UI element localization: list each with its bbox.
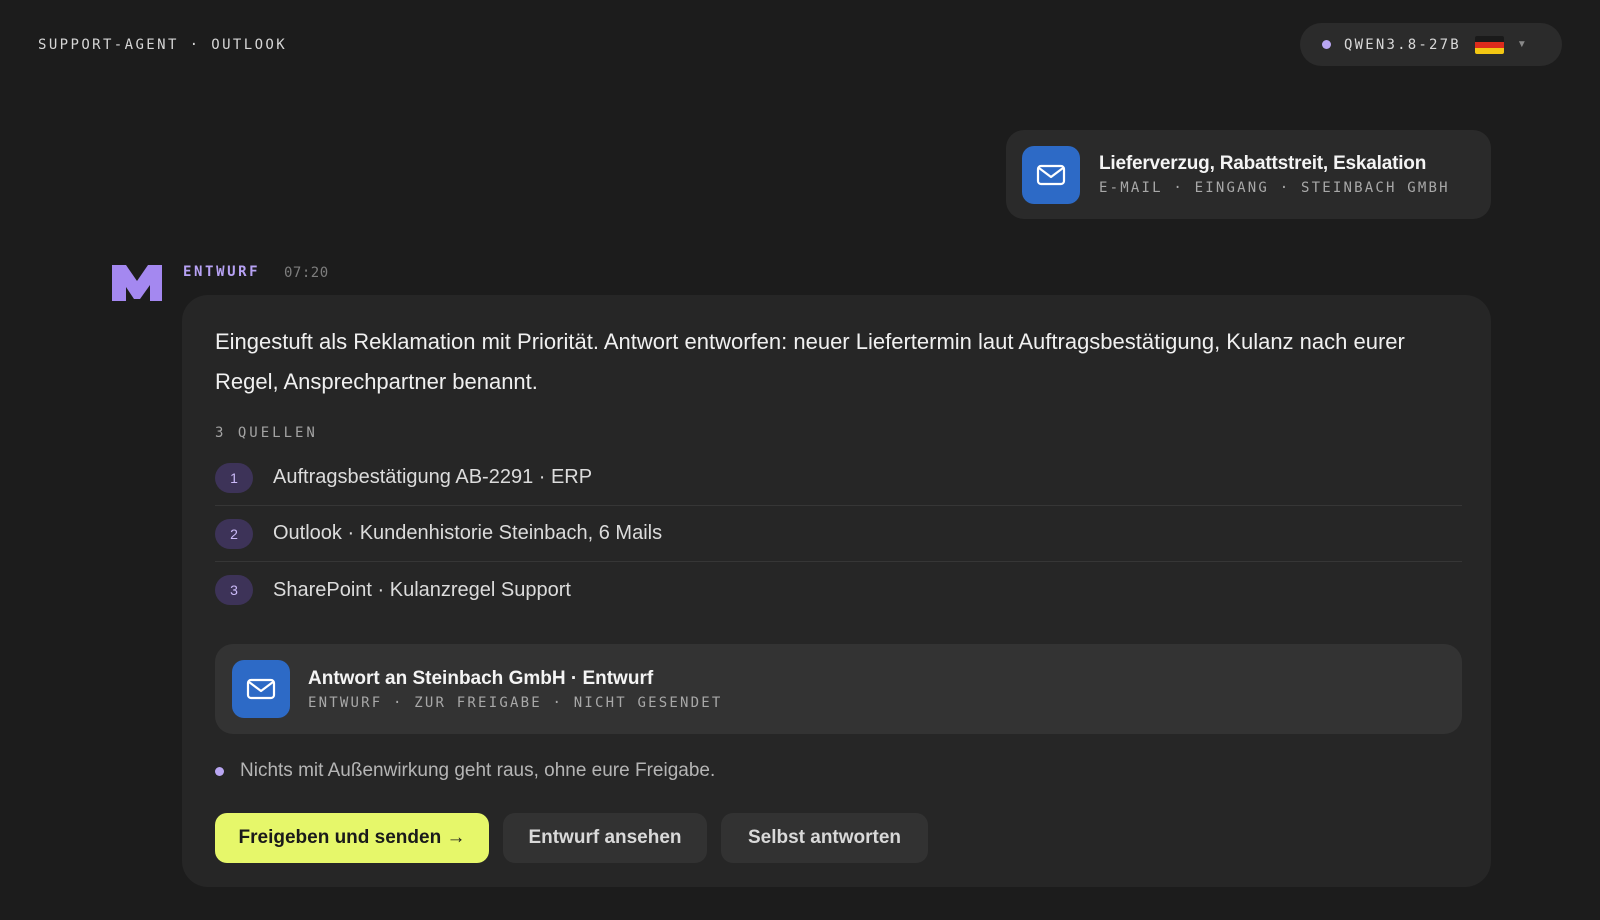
draft-meta: ENTWURF · ZUR FREIGABE · NICHT GESENDET [308, 694, 723, 711]
approve-send-button[interactable]: Freigeben und senden → [215, 813, 489, 863]
sources-heading: 3 QUELLEN [215, 425, 318, 441]
agent-logo-icon [112, 265, 162, 301]
note-text: Nichts mit Außenwirkung geht raus, ohne … [240, 760, 716, 781]
source-text: Auftragsbestätigung AB-2291 · ERP [273, 466, 593, 488]
chevron-down-icon: ▼ [1516, 39, 1527, 50]
action-bar: Freigeben und senden → Entwurf ansehen S… [215, 813, 928, 863]
source-item[interactable]: 3 SharePoint · Kulanzregel Support [215, 562, 1462, 618]
source-text: SharePoint · Kulanzregel Support [273, 578, 571, 601]
app-title: SUPPORT-AGENT · OUTLOOK [38, 37, 288, 53]
attachment-meta: E-MAIL · EINGANG · STEINBACH GMBH [1099, 180, 1450, 196]
source-number: 2 [215, 518, 253, 549]
source-item[interactable]: 2 Outlook · Kundenhistorie Steinbach, 6 … [215, 506, 1462, 562]
source-list: 1 Auftragsbestätigung AB-2291 · ERP 2 Ou… [215, 450, 1462, 618]
source-item[interactable]: 1 Auftragsbestätigung AB-2291 · ERP [215, 450, 1462, 506]
source-number: 3 [215, 575, 253, 605]
message-time: 07:20 [284, 265, 329, 281]
german-flag-icon [1474, 35, 1504, 54]
message-body: Eingestuft als Reklamation mit Priorität… [215, 329, 1405, 394]
message-label: ENTWURF [183, 264, 261, 280]
view-draft-button[interactable]: Entwurf ansehen [503, 813, 707, 863]
source-number: 1 [215, 462, 253, 493]
email-attachment-card[interactable]: Lieferverzug, Rabattstreit, Eskalation E… [1006, 130, 1491, 219]
agent-message-card: Eingestuft als Reklamation mit Priorität… [182, 295, 1491, 887]
mail-icon [1022, 145, 1080, 204]
reply-self-button[interactable]: Selbst antworten [721, 813, 928, 863]
approval-note: Nichts mit Außenwirkung geht raus, ohne … [215, 760, 715, 782]
mail-icon [232, 660, 290, 718]
model-status-dot [1322, 40, 1331, 49]
attachment-title: Lieferverzug, Rabattstreit, Eskalation [1099, 153, 1427, 174]
flag-stripe-gold [1474, 47, 1504, 54]
draft-email-card[interactable]: Antwort an Steinbach GmbH · Entwurf ENTW… [215, 644, 1462, 734]
draft-title: Antwort an Steinbach GmbH · Entwurf [308, 667, 654, 689]
note-bullet [215, 766, 224, 776]
model-selector[interactable]: QWEN3.8-27B ▼ [1300, 23, 1562, 66]
model-name: QWEN3.8-27B [1344, 36, 1461, 53]
source-text: Outlook · Kundenhistorie Steinbach, 6 Ma… [273, 522, 663, 544]
